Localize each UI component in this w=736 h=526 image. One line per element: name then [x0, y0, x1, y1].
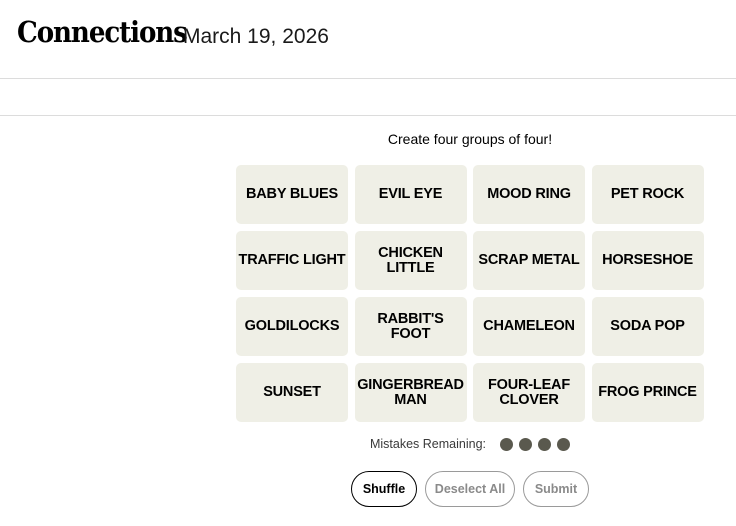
mistake-dot	[519, 437, 532, 451]
word-tile[interactable]: FOUR-LEAF CLOVER	[473, 363, 585, 422]
mistake-dot	[557, 437, 570, 451]
mistakes-remaining: Mistakes Remaining:	[236, 437, 704, 451]
word-tile[interactable]: SCRAP METAL	[473, 231, 585, 290]
word-tile[interactable]: HORSESHOE	[591, 231, 704, 290]
word-tile[interactable]: SUNSET	[236, 363, 348, 422]
word-tile[interactable]: TRAFFIC LIGHT	[236, 231, 348, 290]
word-tile[interactable]: BABY BLUES	[236, 165, 348, 224]
word-tile[interactable]: CHICKEN LITTLE	[354, 231, 467, 290]
word-tile[interactable]: RABBIT'S FOOT	[354, 297, 467, 356]
word-tile[interactable]: PET ROCK	[591, 165, 704, 224]
word-tile[interactable]: FROG PRINCE	[591, 363, 704, 422]
puzzle-date: March 19, 2026	[183, 25, 329, 48]
header: Connections March 19, 2026	[0, 0, 736, 79]
word-tile[interactable]: EVIL EYE	[354, 165, 467, 224]
word-grid: BABY BLUES EVIL EYE MOOD RING PET ROCK T…	[236, 165, 704, 422]
deselect-all-button[interactable]: Deselect All	[425, 471, 515, 507]
action-buttons: Shuffle Deselect All Submit	[236, 471, 704, 507]
mistake-dot	[538, 437, 551, 451]
word-tile[interactable]: GOLDILOCKS	[236, 297, 348, 356]
shuffle-button[interactable]: Shuffle	[351, 471, 417, 507]
word-tile[interactable]: MOOD RING	[473, 165, 585, 224]
mistakes-label: Mistakes Remaining:	[369, 437, 486, 451]
word-tile[interactable]: GINGERBREAD MAN	[354, 363, 467, 422]
page-title: Connections	[17, 15, 188, 49]
word-tile[interactable]: CHAMELEON	[473, 297, 585, 356]
toolbar-strip	[0, 80, 736, 116]
mistake-dot	[500, 437, 513, 451]
mistake-dots	[494, 437, 570, 451]
word-tile[interactable]: SODA POP	[591, 297, 704, 356]
submit-button[interactable]: Submit	[523, 471, 589, 507]
instructions: Create four groups of four!	[387, 131, 553, 147]
